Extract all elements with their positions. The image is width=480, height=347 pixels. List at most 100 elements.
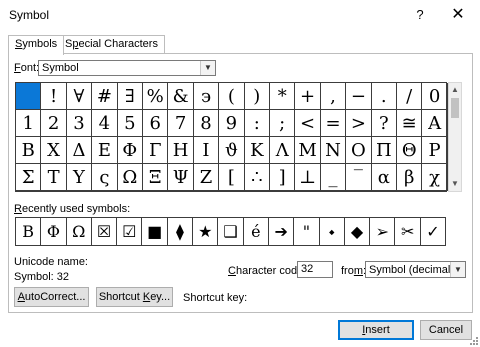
symbol-cell[interactable]: #: [92, 83, 118, 110]
symbol-cell[interactable]: 0: [422, 83, 448, 110]
symbol-cell[interactable]: Φ: [117, 137, 143, 164]
symbol-cell[interactable]: Π: [371, 137, 397, 164]
recent-symbol-cell[interactable]: Φ: [41, 218, 67, 245]
symbol-cell[interactable]: 9: [219, 110, 245, 137]
symbol-cell[interactable]: α: [371, 164, 397, 191]
symbol-cell[interactable]: :: [244, 110, 270, 137]
insert-button[interactable]: Insert: [338, 320, 414, 340]
symbol-cell[interactable]: Ε: [92, 137, 118, 164]
symbol-cell[interactable]: ϑ: [219, 137, 245, 164]
recent-symbol-cell[interactable]: ➔: [269, 218, 295, 245]
resize-grip-icon[interactable]: [470, 337, 478, 345]
symbol-grid-scrollbar[interactable]: ▲ ▼: [448, 82, 462, 192]
symbol-cell[interactable]: β: [397, 164, 423, 191]
symbol-cell[interactable]: %: [143, 83, 169, 110]
symbol-cell[interactable]: ∀: [66, 83, 93, 110]
font-select[interactable]: Symbol ▼: [38, 60, 216, 76]
symbol-cell[interactable]: Ι: [193, 137, 220, 164]
symbol-cell[interactable]: χ: [422, 164, 448, 191]
tab-special-characters[interactable]: Special Characters: [58, 35, 165, 54]
from-select[interactable]: Symbol (decimal) ▼: [365, 261, 466, 278]
close-button[interactable]: ✕: [446, 3, 470, 27]
symbol-cell[interactable]: !: [41, 83, 67, 110]
symbol-cell[interactable]: Υ: [66, 164, 93, 191]
symbol-cell[interactable]: >: [346, 110, 372, 137]
symbol-cell[interactable]: ∃: [117, 83, 143, 110]
symbol-cell[interactable]: Ο: [346, 137, 372, 164]
symbol-cell[interactable]: +: [295, 83, 321, 110]
recently-used-symbols[interactable]: Β Φ Ω ☒ ☑ ■ ⧫ ★ ❑ é ➔ " ⬩ ◆ ➢ ✂ ✓: [15, 217, 447, 246]
symbol-cell[interactable]: ?: [371, 110, 397, 137]
symbol-cell[interactable]: ς: [92, 164, 118, 191]
symbol-cell[interactable]: Η: [168, 137, 194, 164]
symbol-cell[interactable]: 3: [66, 110, 93, 137]
symbol-cell[interactable]: _: [320, 164, 347, 191]
autocorrect-button[interactable]: AutoCorrect...: [14, 287, 89, 307]
recent-symbol-cell[interactable]: ✂: [396, 218, 421, 245]
recent-symbol-cell[interactable]: Ω: [67, 218, 92, 245]
recent-symbol-cell[interactable]: ⧫: [168, 218, 194, 245]
symbol-cell[interactable]: Χ: [41, 137, 67, 164]
recent-symbol-cell[interactable]: ": [294, 218, 320, 245]
symbol-cell[interactable]: 8: [193, 110, 220, 137]
symbol-cell[interactable]: Ρ: [422, 137, 448, 164]
symbol-cell[interactable]: 2: [41, 110, 67, 137]
symbol-cell[interactable]: [16, 83, 42, 110]
symbol-cell[interactable]: ∴: [244, 164, 270, 191]
symbol-cell[interactable]: ‾: [346, 164, 372, 191]
recent-symbol-cell[interactable]: Β: [16, 218, 42, 245]
recent-symbol-cell[interactable]: ☑: [117, 218, 143, 245]
recent-symbol-cell[interactable]: ★: [193, 218, 219, 245]
symbol-cell[interactable]: [: [219, 164, 245, 191]
symbol-cell[interactable]: −: [346, 83, 372, 110]
scrollbar-thumb[interactable]: [451, 98, 459, 118]
recent-symbol-cell[interactable]: ❑: [218, 218, 244, 245]
shortcut-key-button[interactable]: Shortcut Key...: [96, 287, 173, 307]
symbol-cell[interactable]: ≅: [397, 110, 423, 137]
tab-symbols[interactable]: Symbols: [8, 35, 65, 55]
symbol-cell[interactable]: Ν: [320, 137, 347, 164]
character-code-input[interactable]: 32: [297, 261, 333, 278]
symbol-cell[interactable]: Κ: [244, 137, 270, 164]
symbol-grid[interactable]: ! ∀ # ∃% & ϶() * +, −./0 1 2 3 4 5 6 7 8 9:; < = >? ≅ Α Β Χ Δ Ε Φ Γ Η…: [15, 82, 448, 192]
symbol-cell[interactable]: ϶: [193, 83, 220, 110]
symbol-cell[interactable]: 1: [16, 110, 42, 137]
symbol-cell[interactable]: Γ: [143, 137, 169, 164]
symbol-cell[interactable]: ;: [270, 110, 296, 137]
recent-symbol-cell[interactable]: ⬩: [320, 218, 345, 245]
scroll-down-icon[interactable]: ▼: [449, 177, 461, 191]
symbol-cell[interactable]: Σ: [16, 164, 42, 191]
symbol-cell[interactable]: /: [397, 83, 423, 110]
symbol-cell[interactable]: Ω: [117, 164, 143, 191]
symbol-cell[interactable]: Τ: [41, 164, 67, 191]
recent-symbol-cell[interactable]: ■: [143, 218, 168, 245]
symbol-cell[interactable]: 6: [143, 110, 169, 137]
symbol-cell[interactable]: Μ: [295, 137, 321, 164]
help-button[interactable]: ?: [408, 3, 432, 27]
symbol-cell[interactable]: Β: [16, 137, 42, 164]
symbol-cell[interactable]: Α: [422, 110, 448, 137]
symbol-cell[interactable]: <: [295, 110, 321, 137]
symbol-cell[interactable]: *: [270, 83, 296, 110]
symbol-cell[interactable]: Ζ: [193, 164, 220, 191]
recent-symbol-cell[interactable]: ☒: [92, 218, 118, 245]
chevron-down-icon[interactable]: ▼: [200, 61, 215, 75]
symbol-cell[interactable]: ,: [320, 83, 347, 110]
symbol-cell[interactable]: ⊥: [295, 164, 321, 191]
symbol-cell[interactable]: &: [168, 83, 194, 110]
symbol-cell[interactable]: Δ: [66, 137, 93, 164]
symbol-cell[interactable]: .: [371, 83, 397, 110]
symbol-cell[interactable]: ): [244, 83, 270, 110]
chevron-down-icon[interactable]: ▼: [450, 262, 465, 277]
symbol-cell[interactable]: Ξ: [143, 164, 169, 191]
symbol-cell[interactable]: Θ: [397, 137, 423, 164]
cancel-button[interactable]: Cancel: [420, 320, 472, 340]
symbol-cell[interactable]: (: [219, 83, 245, 110]
symbol-cell[interactable]: =: [320, 110, 347, 137]
symbol-cell[interactable]: 7: [168, 110, 194, 137]
recent-symbol-cell[interactable]: ✓: [421, 218, 447, 245]
symbol-cell[interactable]: Λ: [270, 137, 296, 164]
symbol-cell[interactable]: 4: [92, 110, 118, 137]
scroll-up-icon[interactable]: ▲: [449, 83, 461, 97]
symbol-cell[interactable]: 5: [117, 110, 143, 137]
